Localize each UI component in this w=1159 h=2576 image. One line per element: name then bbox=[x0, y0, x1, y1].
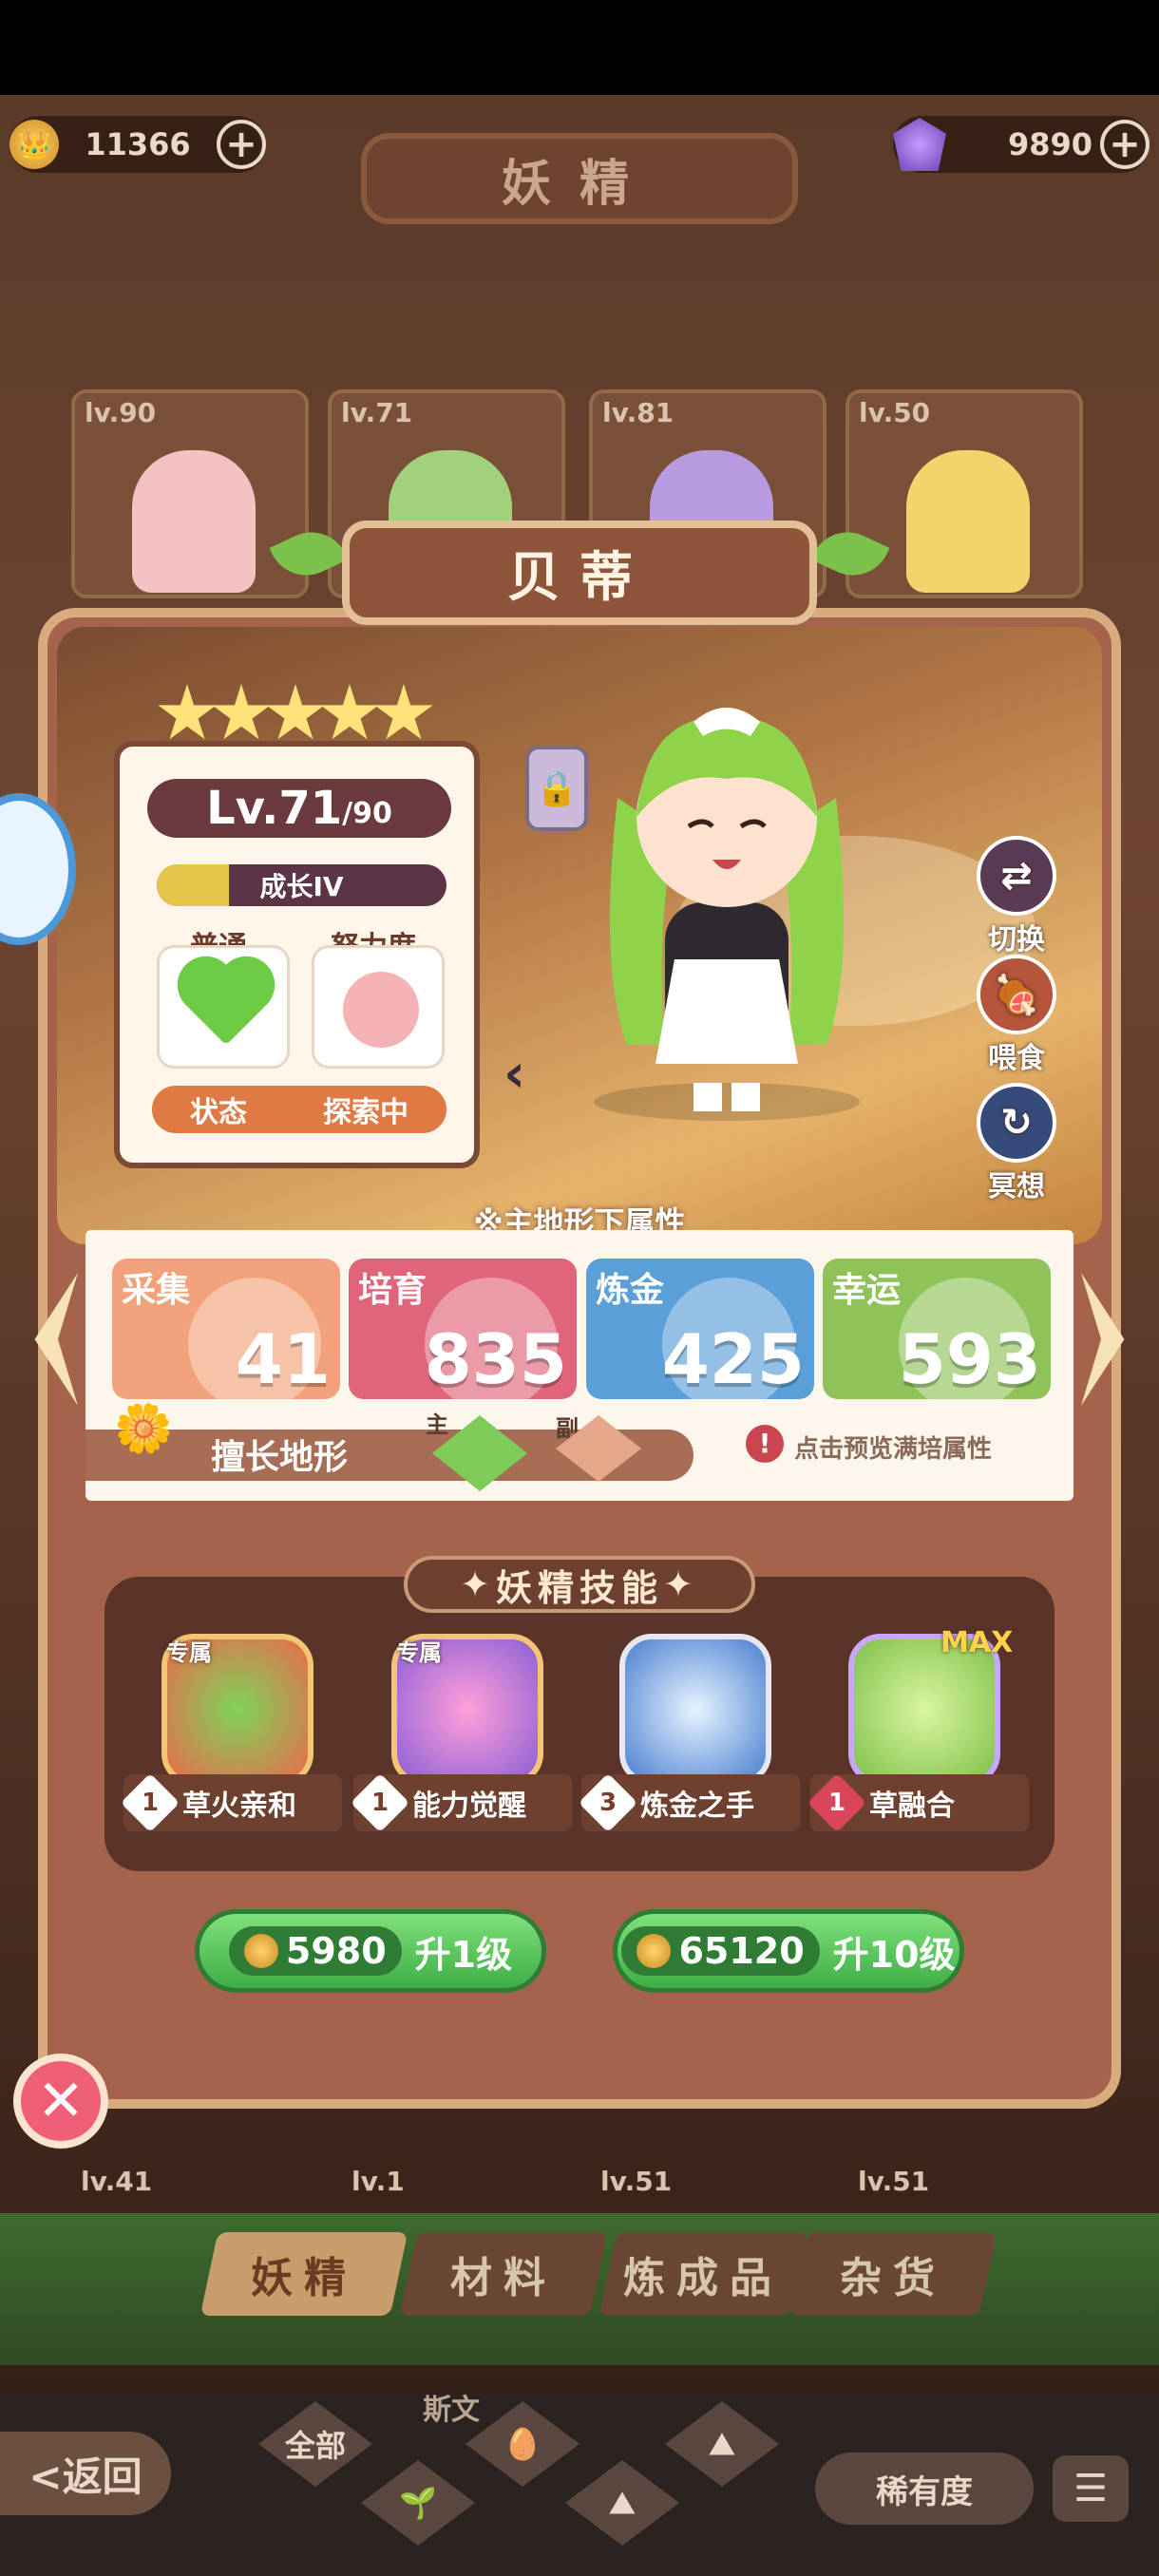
skill-name: 草火亲和 bbox=[182, 1790, 296, 1823]
skills-title: ✦ 妖精技能 ✦ bbox=[404, 1556, 755, 1613]
roster-level: lv.71 bbox=[341, 397, 413, 428]
upgrade-1-button[interactable]: 5980 升1级 bbox=[195, 1909, 546, 1993]
skill-label[interactable]: 1 草融合 bbox=[807, 1772, 1029, 1833]
switch-button[interactable]: ⇄ 切换 bbox=[969, 836, 1064, 957]
attribute-value: 41 bbox=[235, 1319, 331, 1399]
feed-label: 喂食 bbox=[988, 1042, 1045, 1075]
effort-face-icon bbox=[343, 972, 419, 1048]
coin-icon: 👑 bbox=[10, 120, 59, 169]
roster-card[interactable]: lv.50 bbox=[846, 389, 1083, 598]
status-value: 探索中 bbox=[323, 1096, 408, 1129]
growth-bar: 成长IV bbox=[157, 864, 446, 906]
roster-level: lv.51 bbox=[858, 2166, 930, 2197]
add-coins-button[interactable]: + bbox=[217, 120, 266, 169]
page-title: 妖精 bbox=[361, 133, 798, 224]
upgrade-10-button[interactable]: 65120 升10级 bbox=[613, 1909, 964, 1993]
attribute-nurture[interactable]: 培育 835 bbox=[349, 1259, 577, 1399]
upgrade-10-cost: 65120 bbox=[678, 1930, 805, 1972]
terrain-label: 擅长地形 bbox=[211, 1438, 349, 1477]
roster-level: lv.41 bbox=[81, 2166, 153, 2197]
rarity-sort-button[interactable]: 稀有度 bbox=[815, 2453, 1034, 2525]
status-bar-pill: 状态 探索中 bbox=[152, 1086, 446, 1133]
gem-icon bbox=[893, 118, 946, 171]
fairy-portrait bbox=[906, 450, 1030, 593]
skill-alchemy-hand-icon[interactable] bbox=[619, 1634, 771, 1786]
roster-level: lv.51 bbox=[600, 2166, 673, 2197]
roster-level: lv.90 bbox=[85, 397, 157, 428]
max-tag: MAX bbox=[940, 1626, 1014, 1659]
upgrade-1-cost: 5980 bbox=[285, 1930, 387, 1972]
skills-title-text: 妖精技能 bbox=[495, 1566, 663, 1609]
collapse-arrow-icon[interactable]: ‹ bbox=[504, 1043, 525, 1105]
feed-button[interactable]: 🍖 喂食 bbox=[969, 955, 1064, 1076]
skill-name: 草融合 bbox=[869, 1790, 955, 1823]
fairy-name: 贝蒂 bbox=[342, 521, 817, 625]
close-icon[interactable]: ✕ bbox=[13, 2054, 108, 2149]
effort-slot[interactable] bbox=[312, 945, 445, 1069]
growth-fill bbox=[157, 864, 230, 906]
growth-label: 成长IV bbox=[259, 871, 344, 902]
skill-level: 3 bbox=[598, 1789, 618, 1817]
skill-label[interactable]: 1 草火亲和 bbox=[120, 1772, 342, 1833]
info-icon: ! bbox=[746, 1425, 784, 1463]
skill-name: 能力觉醒 bbox=[412, 1790, 526, 1823]
list-item-name: 斯文 bbox=[423, 2394, 480, 2427]
exclusive-tag: 专属 bbox=[396, 1639, 442, 1666]
attribute-gather[interactable]: 采集 41 bbox=[112, 1259, 340, 1399]
attribute-value: 835 bbox=[424, 1319, 567, 1399]
mood-slot[interactable] bbox=[157, 945, 290, 1069]
skill-level: 1 bbox=[141, 1789, 160, 1817]
tab-products[interactable]: 炼成品 bbox=[598, 2232, 808, 2316]
attribute-alchemy[interactable]: 炼金 425 bbox=[586, 1259, 814, 1399]
attribute-name: 培育 bbox=[358, 1271, 428, 1310]
fairy-character bbox=[594, 708, 860, 1121]
level-value: Lv.71 bbox=[206, 782, 343, 835]
sort-order-icon[interactable]: ☰ bbox=[1053, 2455, 1129, 2522]
switch-label: 切换 bbox=[988, 923, 1045, 957]
status-label: 状态 bbox=[190, 1096, 247, 1129]
fairy-portrait bbox=[132, 450, 256, 593]
meditate-button[interactable]: ↻ 冥想 bbox=[969, 1083, 1064, 1204]
tab-goods[interactable]: 杂货 bbox=[788, 2232, 998, 2316]
exclusive-tag: 专属 bbox=[166, 1639, 212, 1666]
attribute-value: 593 bbox=[898, 1319, 1041, 1399]
coin-icon bbox=[243, 1934, 278, 1968]
heart-icon bbox=[185, 964, 267, 1046]
preview-hint[interactable]: 点击预览满培属性 bbox=[794, 1430, 992, 1465]
skill-label[interactable]: 3 炼金之手 bbox=[578, 1772, 800, 1833]
skill-level: 1 bbox=[827, 1789, 846, 1817]
roster-level: lv.81 bbox=[602, 397, 674, 428]
roster-level: lv.50 bbox=[859, 397, 931, 428]
attribute-value: 425 bbox=[661, 1319, 805, 1399]
meditate-icon: ↻ bbox=[977, 1083, 1056, 1163]
coin-icon bbox=[636, 1934, 672, 1968]
coin-counter: 👑 11366 + bbox=[10, 116, 266, 173]
coin-amount: 11366 bbox=[85, 126, 191, 162]
upgrade-10-label: 升10级 bbox=[832, 1933, 956, 1976]
skill-name: 炼金之手 bbox=[640, 1790, 754, 1823]
upgrade-1-label: 升1级 bbox=[414, 1933, 513, 1976]
level-display: Lv.71 /90 bbox=[147, 779, 451, 838]
roster-card[interactable]: lv.90 bbox=[71, 389, 309, 598]
attribute-name: 炼金 bbox=[596, 1271, 665, 1310]
roster-level: lv.1 bbox=[352, 2166, 405, 2197]
back-button[interactable]: <返回 bbox=[0, 2432, 171, 2515]
skill-level: 1 bbox=[370, 1789, 390, 1817]
add-gems-button[interactable]: + bbox=[1100, 120, 1150, 169]
tab-fairies[interactable]: 妖精 bbox=[200, 2232, 408, 2316]
attribute-name: 采集 bbox=[122, 1271, 191, 1310]
primary-terrain-tag: 主 bbox=[426, 1411, 448, 1438]
gem-amount: 9890 bbox=[1007, 126, 1092, 162]
sprout-icon: 🌼 bbox=[114, 1401, 174, 1456]
attribute-name: 幸运 bbox=[832, 1271, 902, 1310]
skill-label[interactable]: 1 能力觉醒 bbox=[350, 1772, 572, 1833]
status-bar bbox=[0, 0, 1159, 95]
gem-counter: 9890 + bbox=[893, 116, 1150, 173]
meat-icon: 🍖 bbox=[977, 955, 1056, 1034]
max-level: /90 bbox=[342, 796, 392, 830]
switch-icon: ⇄ bbox=[977, 836, 1056, 916]
tab-materials[interactable]: 材料 bbox=[399, 2232, 608, 2316]
attribute-luck[interactable]: 幸运 593 bbox=[823, 1259, 1051, 1399]
